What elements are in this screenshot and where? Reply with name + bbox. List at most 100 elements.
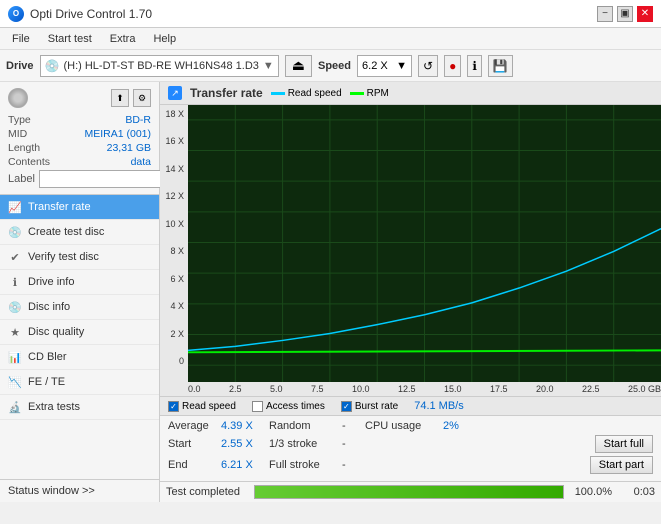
menu-start-test[interactable]: Start test — [40, 31, 100, 47]
progress-bar-inner — [255, 486, 563, 498]
nav-label-extra-tests: Extra tests — [28, 401, 80, 413]
y-label-4: 4 X — [160, 301, 188, 311]
progress-label: Test completed — [166, 486, 246, 498]
progress-time: 0:03 — [620, 486, 655, 498]
menu-extra[interactable]: Extra — [102, 31, 144, 47]
disc-badge-1[interactable]: ⬆ — [111, 89, 129, 107]
drive-dropdown-arrow: ▼ — [263, 60, 274, 72]
y-label-0: 0 — [160, 356, 188, 366]
checkbox-read-speed[interactable] — [168, 401, 179, 412]
disc-badge-2[interactable]: ⚙ — [133, 89, 151, 107]
nav-item-fe-te[interactable]: 📉 FE / TE — [0, 370, 159, 395]
x-label-10: 10.0 — [352, 384, 370, 394]
y-label-14: 14 X — [160, 164, 188, 174]
nav-item-extra-tests[interactable]: 🔬 Extra tests — [0, 395, 159, 420]
verify-test-disc-icon: ✔ — [8, 250, 22, 264]
chart-svg — [188, 105, 661, 382]
checkbox-burst-rate[interactable] — [341, 401, 352, 412]
average-label: Average — [168, 420, 213, 432]
legend-read-speed-text: Read speed — [182, 401, 236, 412]
eject-button[interactable]: ⏏ — [285, 55, 312, 77]
menu-file[interactable]: File — [4, 31, 38, 47]
nav-label-cd-bler: CD Bler — [28, 351, 67, 363]
disc-contents-label: Contents — [8, 156, 50, 168]
app-title: Opti Drive Control 1.70 — [30, 7, 152, 21]
disc-quality-icon: ★ — [8, 325, 22, 339]
nav-item-drive-info[interactable]: ℹ Drive info — [0, 270, 159, 295]
legend-check-access-times[interactable]: Access times — [252, 401, 325, 412]
close-button[interactable]: ✕ — [637, 6, 653, 22]
minimize-button[interactable]: − — [597, 6, 613, 22]
disc-type-row: Type BD-R — [8, 114, 151, 126]
drive-info-icon: ℹ — [8, 275, 22, 289]
progress-bar-outer — [254, 485, 564, 499]
left-panel: ⬆ ⚙ Type BD-R MID MEIRA1 (001) Length 23… — [0, 82, 160, 502]
info-button[interactable]: ℹ — [467, 55, 482, 77]
speed-dropdown-arrow: ▼ — [396, 60, 407, 72]
y-label-18: 18 X — [160, 109, 188, 119]
full-stroke-value: - — [342, 459, 357, 471]
progress-percent: 100.0% — [572, 486, 612, 498]
save-button[interactable]: 💾 — [488, 55, 513, 77]
y-label-12: 12 X — [160, 191, 188, 201]
disc-label-input[interactable] — [39, 170, 177, 188]
x-label-20: 20.0 — [536, 384, 554, 394]
stats-row-1: Average 4.39 X Random - CPU usage 2% — [168, 420, 653, 432]
nav-item-disc-quality[interactable]: ★ Disc quality — [0, 320, 159, 345]
drive-bar: Drive 💿 (H:) HL-DT-ST BD-RE WH16NS48 1.D… — [0, 50, 661, 82]
y-label-8: 8 X — [160, 246, 188, 256]
x-label-12-5: 12.5 — [398, 384, 416, 394]
legend-check-read-speed[interactable]: Read speed — [168, 401, 236, 412]
random-label: Random — [269, 420, 334, 432]
legend-burst-rate-text: Burst rate — [355, 401, 398, 412]
nav-item-transfer-rate[interactable]: 📈 Transfer rate — [0, 195, 159, 220]
stats-area: Average 4.39 X Random - CPU usage 2% Sta… — [160, 415, 661, 481]
title-bar-controls: − ▣ ✕ — [597, 6, 653, 22]
nav-label-transfer-rate: Transfer rate — [28, 201, 91, 213]
disc-length-row: Length 23,31 GB — [8, 142, 151, 154]
nav-label-disc-info: Disc info — [28, 301, 70, 313]
disc-type-label: Type — [8, 114, 31, 126]
speed-selector[interactable]: 6.2 X ▼ — [357, 55, 412, 77]
checkbox-access-times[interactable] — [252, 401, 263, 412]
nav-item-cd-bler[interactable]: 📊 CD Bler — [0, 345, 159, 370]
status-window-button[interactable]: Status window >> — [0, 479, 159, 502]
start-part-button[interactable]: Start part — [590, 456, 653, 474]
drive-selector[interactable]: 💿 (H:) HL-DT-ST BD-RE WH16NS48 1.D3 ▼ — [40, 55, 279, 77]
nav-label-disc-quality: Disc quality — [28, 326, 84, 338]
disc-icon — [8, 88, 28, 108]
start-full-button[interactable]: Start full — [595, 435, 653, 453]
app-icon: O — [8, 6, 24, 22]
nav-label-verify-test-disc: Verify test disc — [28, 251, 99, 263]
legend-rpm-label: RPM — [367, 88, 389, 99]
legend-read-speed-label: Read speed — [288, 88, 342, 99]
disc-type-value: BD-R — [125, 114, 151, 126]
legend-check-burst-rate[interactable]: Burst rate — [341, 401, 398, 412]
disc-length-value: 23,31 GB — [107, 142, 151, 154]
disc-label-label: Label — [8, 173, 35, 185]
disc-label-row: Label 🔍 — [8, 170, 151, 188]
chart-header: ↗ Transfer rate Read speed RPM — [160, 82, 661, 105]
title-bar: O Opti Drive Control 1.70 − ▣ ✕ — [0, 0, 661, 28]
x-label-15: 15.0 — [444, 384, 462, 394]
refresh-button[interactable]: ↺ — [418, 55, 438, 77]
menu-bar: File Start test Extra Help — [0, 28, 661, 50]
chart-title-icon: ↗ — [168, 86, 182, 100]
chart-wrapper: 18 X 16 X 14 X 12 X 10 X 8 X 6 X 4 X 2 X… — [160, 105, 661, 382]
nav-item-disc-info[interactable]: 💿 Disc info — [0, 295, 159, 320]
disc-info-icon: 💿 — [8, 300, 22, 314]
stats-row-3: End 6.21 X Full stroke - Start part — [168, 456, 653, 474]
nav-item-create-test-disc[interactable]: 💿 Create test disc — [0, 220, 159, 245]
nav-label-drive-info: Drive info — [28, 276, 74, 288]
nav-item-verify-test-disc[interactable]: ✔ Verify test disc — [0, 245, 159, 270]
y-label-6: 6 X — [160, 274, 188, 284]
burst-rate-value: 74.1 MB/s — [414, 400, 464, 412]
record-button[interactable]: ● — [444, 55, 461, 77]
maximize-button[interactable]: ▣ — [617, 6, 633, 22]
disc-contents-value: data — [131, 156, 151, 168]
end-value: 6.21 X — [221, 459, 261, 471]
start-full-container: Start full — [595, 435, 653, 453]
menu-help[interactable]: Help — [145, 31, 184, 47]
drive-text: (H:) HL-DT-ST BD-RE WH16NS48 1.D3 — [63, 60, 258, 72]
chart-title: Transfer rate — [190, 86, 263, 100]
